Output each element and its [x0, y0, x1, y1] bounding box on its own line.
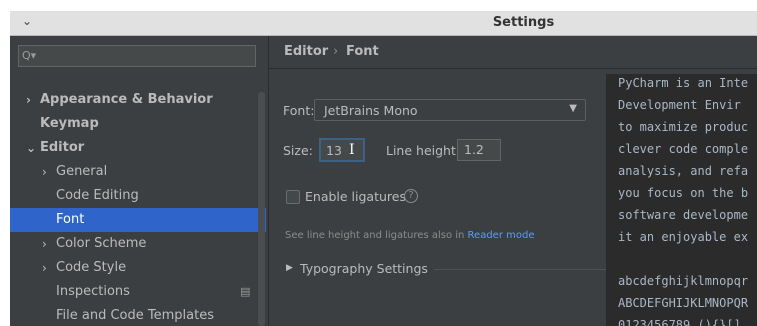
sidebar-item-label: File and Code Templates — [56, 308, 214, 323]
chevron-down-icon[interactable]: ⌄ — [26, 136, 36, 160]
sidebar-item-label: Font — [56, 212, 85, 227]
window-title: Settings — [492, 15, 555, 30]
preview-line: clever code comple — [618, 142, 749, 156]
search-input[interactable]: Q▾ — [18, 45, 256, 67]
ligatures-checkbox[interactable] — [286, 190, 300, 204]
breadcrumb-parent[interactable]: Editor — [284, 44, 328, 59]
font-dropdown[interactable]: JetBrains Mono ▼ — [314, 99, 586, 121]
breadcrumb: Editor › Font — [269, 36, 757, 69]
chevron-right-icon[interactable]: › — [42, 232, 47, 256]
typography-settings-toggle[interactable]: Typography Settings — [300, 261, 428, 276]
preview-line: you focus on the b — [618, 186, 749, 200]
settings-sidebar: Q▾ › Appearance & Behavior Keymap ⌄ Editor › G… — [10, 36, 268, 326]
preview-line: software developme — [618, 208, 749, 222]
content-panel: Editor › Font Font: JetBrains Mono ▼ Siz… — [269, 36, 757, 326]
chevron-right-icon[interactable]: › — [42, 256, 47, 280]
ligatures-label[interactable]: Enable ligatures — [305, 189, 406, 204]
chevron-down-icon: ▼ — [569, 103, 577, 114]
sidebar-item-file-and-code-templates[interactable]: File and Code Templates — [10, 304, 268, 326]
sidebar-item-label: Appearance & Behavior — [40, 92, 213, 107]
font-preview[interactable]: PyCharm is an Inte Development Envir to ma… — [606, 74, 757, 326]
search-icon: Q▾ — [22, 49, 37, 62]
preview-line: abcdefghijklmnopqr — [618, 274, 749, 288]
chevron-right-icon[interactable]: › — [42, 160, 47, 184]
sidebar-item-code-editing[interactable]: Code Editing — [10, 184, 268, 208]
line-height-field[interactable]: 1.2 — [457, 139, 501, 161]
size-field[interactable]: 13 I — [319, 138, 365, 162]
sidebar-item-general[interactable]: › General — [10, 160, 268, 184]
sidebar-item-label: Editor — [40, 140, 85, 155]
preview-line: 0123456789 (){}[] — [618, 318, 741, 326]
sidebar-scrollbar[interactable] — [258, 92, 265, 326]
sidebar-item-label: Inspections — [56, 284, 130, 299]
preview-line: it an enjoyable ex — [618, 230, 749, 244]
sidebar-item-inspections[interactable]: Inspections ▤ — [10, 280, 268, 304]
title-bar: ⌄ Settings — [10, 11, 757, 36]
settings-window: ⌄ Settings Q▾ › Appearance & Behavior Keym… — [10, 11, 757, 326]
reader-mode-hint: See line height and ligatures also in Re… — [285, 230, 534, 241]
reader-mode-link[interactable]: Reader mode — [468, 230, 535, 241]
preview-line: ABCDEFGHIJKLMNOPQR — [618, 296, 749, 310]
sidebar-item-editor[interactable]: ⌄ Editor — [10, 136, 268, 160]
sidebar-item-label: Code Editing — [56, 188, 139, 203]
sidebar-item-color-scheme[interactable]: › Color Scheme — [10, 232, 268, 256]
section-divider — [434, 269, 606, 270]
breadcrumb-current: Font — [346, 44, 379, 59]
font-dropdown-value: JetBrains Mono — [324, 103, 418, 118]
sidebar-item-label: Code Style — [56, 260, 127, 275]
preview-line: Development Envir — [618, 98, 741, 112]
preview-line: analysis, and refa — [618, 164, 749, 178]
preview-line: to maximize produc — [618, 120, 749, 134]
sidebar-item-code-style[interactable]: › Code Style — [10, 256, 268, 280]
sidebar-item-label: Keymap — [40, 116, 99, 131]
expand-arrow-icon[interactable]: ▶ — [286, 263, 293, 273]
breadcrumb-separator-icon: › — [333, 44, 339, 59]
sidebar-item-keymap[interactable]: Keymap — [10, 112, 268, 136]
size-label: Size: — [283, 143, 313, 158]
preview-line: PyCharm is an Inte — [618, 76, 749, 90]
sidebar-item-appearance-behavior[interactable]: › Appearance & Behavior — [10, 88, 268, 112]
sidebar-item-font[interactable]: Font — [10, 208, 266, 232]
line-height-value: 1.2 — [464, 142, 484, 157]
size-field-value: 13 — [326, 143, 342, 158]
chevron-right-icon[interactable]: › — [26, 88, 31, 112]
sidebar-item-label: Color Scheme — [56, 236, 147, 251]
font-label: Font: — [283, 103, 315, 118]
help-icon[interactable]: ? — [404, 189, 418, 203]
line-height-label: Line height: — [386, 143, 461, 158]
text-cursor-icon: I — [349, 142, 355, 158]
hint-text: See line height and ligatures also in — [285, 230, 468, 241]
project-scope-icon: ▤ — [240, 285, 251, 298]
sidebar-item-label: General — [56, 164, 108, 179]
